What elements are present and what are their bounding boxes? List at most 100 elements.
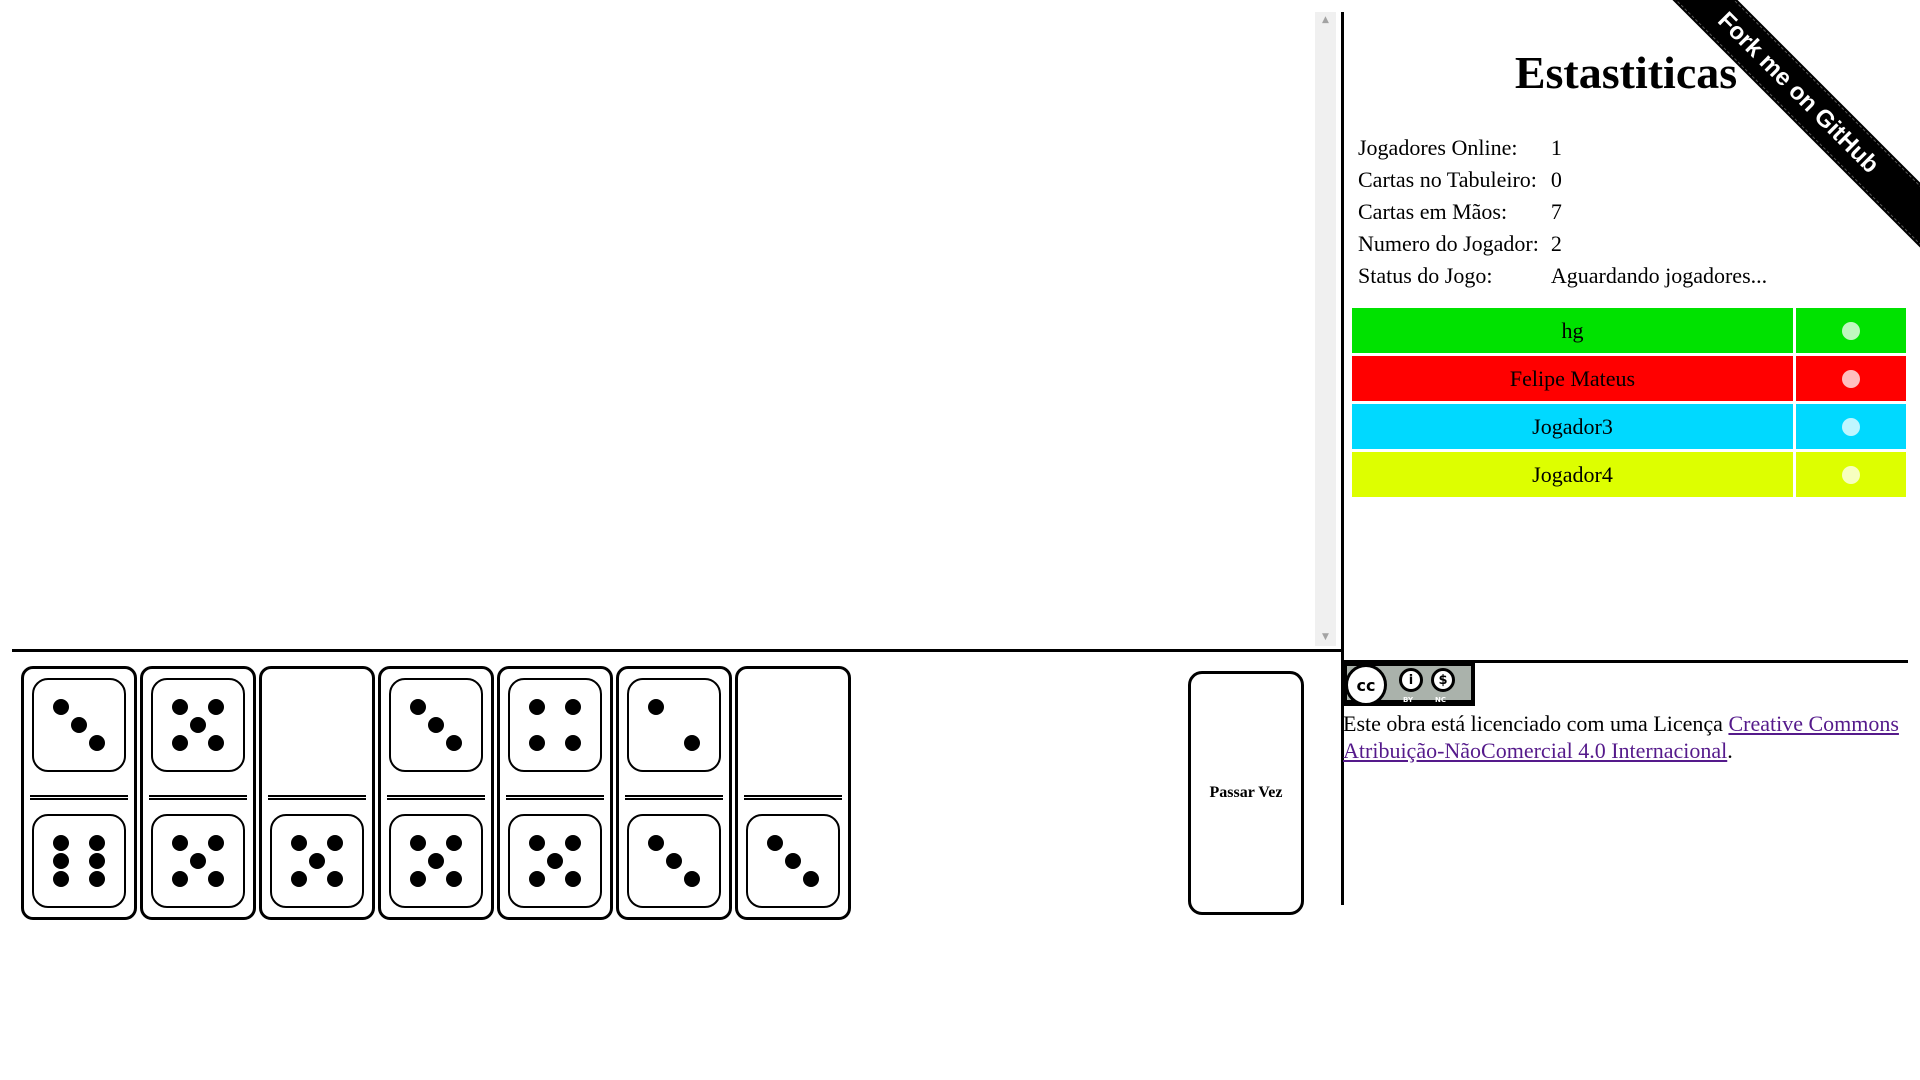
pip-icon (410, 699, 426, 715)
domino-bottom-half (389, 814, 483, 908)
domino-top-half (270, 678, 364, 772)
pip-icon (172, 699, 188, 715)
pip-icon (190, 853, 206, 869)
pip-icon (309, 853, 325, 869)
fork-ribbon-container: Fork me on GitHub (1620, 0, 1920, 300)
status-dot-icon (1842, 465, 1860, 484)
pip-icon (529, 735, 545, 751)
pass-turn-button[interactable]: Passar Vez (1188, 671, 1304, 915)
nc-dollar-icon: $ (1431, 668, 1455, 692)
domino-bottom-half (32, 814, 126, 908)
domino-divider (744, 795, 842, 800)
domino-divider (149, 795, 247, 800)
pip-icon (565, 871, 581, 887)
pip-icon (648, 835, 664, 851)
domino-top-half (746, 678, 840, 772)
domino-top-half (627, 678, 721, 772)
domino-tile-3-5[interactable] (378, 666, 494, 920)
pip-icon (446, 735, 462, 751)
pip-icon (172, 735, 188, 751)
game-screen: ▲ ▼ Estastiticas Jogadores Online: 1 Car… (0, 0, 1920, 1080)
vertical-divider (1341, 12, 1344, 905)
board-scrollbar[interactable]: ▲ ▼ (1315, 12, 1336, 646)
game-board[interactable] (12, 12, 1315, 646)
pip-icon (446, 835, 462, 851)
pip-icon (446, 871, 462, 887)
scroll-down-arrow-icon[interactable]: ▼ (1315, 629, 1336, 646)
pip-icon (53, 853, 69, 869)
stat-label: Jogadores Online: (1358, 135, 1518, 160)
pip-icon (89, 853, 105, 869)
license-text-before: Este obra está licenciado com uma Licenç… (1343, 711, 1729, 736)
pip-icon (666, 853, 682, 869)
domino-bottom-half (627, 814, 721, 908)
badge-tag-nc: NC (1435, 696, 1446, 704)
pip-icon (291, 835, 307, 851)
domino-divider (30, 795, 128, 800)
domino-tile-0-3[interactable] (735, 666, 851, 920)
license-block: cc i $ BY NC Este obra está licenciado c… (1343, 662, 1903, 764)
pip-icon (684, 735, 700, 751)
domino-tile-3-6[interactable] (21, 666, 137, 920)
pip-icon (410, 871, 426, 887)
pip-icon (327, 871, 343, 887)
pip-icon (291, 871, 307, 887)
player-row: Felipe Mateus (1352, 356, 1906, 401)
horizontal-divider (12, 649, 1341, 652)
license-text: Este obra está licenciado com uma Licenç… (1343, 710, 1903, 764)
pip-icon (684, 871, 700, 887)
players-list: hg Felipe Mateus Jogador3 Jogador4 (1352, 308, 1906, 500)
player-name: hg (1352, 308, 1793, 353)
status-dot-icon (1842, 417, 1860, 436)
pip-icon (785, 853, 801, 869)
pip-icon (565, 735, 581, 751)
pip-icon (172, 871, 188, 887)
pip-icon (648, 699, 664, 715)
cc-by-nc-icon[interactable]: cc i $ BY NC (1343, 662, 1475, 706)
player-status (1796, 356, 1906, 401)
pip-icon (547, 853, 563, 869)
domino-tile-0-5[interactable] (259, 666, 375, 920)
pip-icon (767, 835, 783, 851)
pip-icon (428, 717, 444, 733)
domino-tile-4-5[interactable] (497, 666, 613, 920)
pip-icon (529, 699, 545, 715)
pip-icon (208, 699, 224, 715)
pip-icon (565, 835, 581, 851)
player-row: Jogador3 (1352, 404, 1906, 449)
stat-label: Cartas no Tabuleiro: (1358, 167, 1537, 192)
pip-icon (190, 717, 206, 733)
status-dot-icon (1842, 321, 1860, 340)
domino-divider (506, 795, 604, 800)
pip-icon (565, 699, 581, 715)
pip-icon (89, 735, 105, 751)
pip-icon (428, 853, 444, 869)
player-status (1796, 308, 1906, 353)
cc-logo-icon: cc (1345, 664, 1387, 706)
player-status (1796, 404, 1906, 449)
pip-icon (89, 835, 105, 851)
domino-tile-5-5[interactable] (140, 666, 256, 920)
player-row: hg (1352, 308, 1906, 353)
pip-icon (53, 871, 69, 887)
domino-tile-2-3[interactable] (616, 666, 732, 920)
pip-icon (53, 699, 69, 715)
player-name: Jogador3 (1352, 404, 1793, 449)
player-name: Jogador4 (1352, 452, 1793, 497)
status-dot-icon (1842, 369, 1860, 388)
pip-icon (53, 835, 69, 851)
domino-top-half (389, 678, 483, 772)
player-row: Jogador4 (1352, 452, 1906, 497)
scroll-up-arrow-icon[interactable]: ▲ (1315, 12, 1336, 29)
domino-top-half (508, 678, 602, 772)
pip-icon (208, 735, 224, 751)
fork-me-ribbon[interactable]: Fork me on GitHub (1641, 0, 1920, 250)
stat-label: Numero do Jogador: (1358, 231, 1539, 256)
domino-divider (625, 795, 723, 800)
domino-bottom-half (151, 814, 245, 908)
pip-icon (208, 835, 224, 851)
domino-divider (268, 795, 366, 800)
player-status (1796, 452, 1906, 497)
pip-icon (803, 871, 819, 887)
domino-bottom-half (508, 814, 602, 908)
